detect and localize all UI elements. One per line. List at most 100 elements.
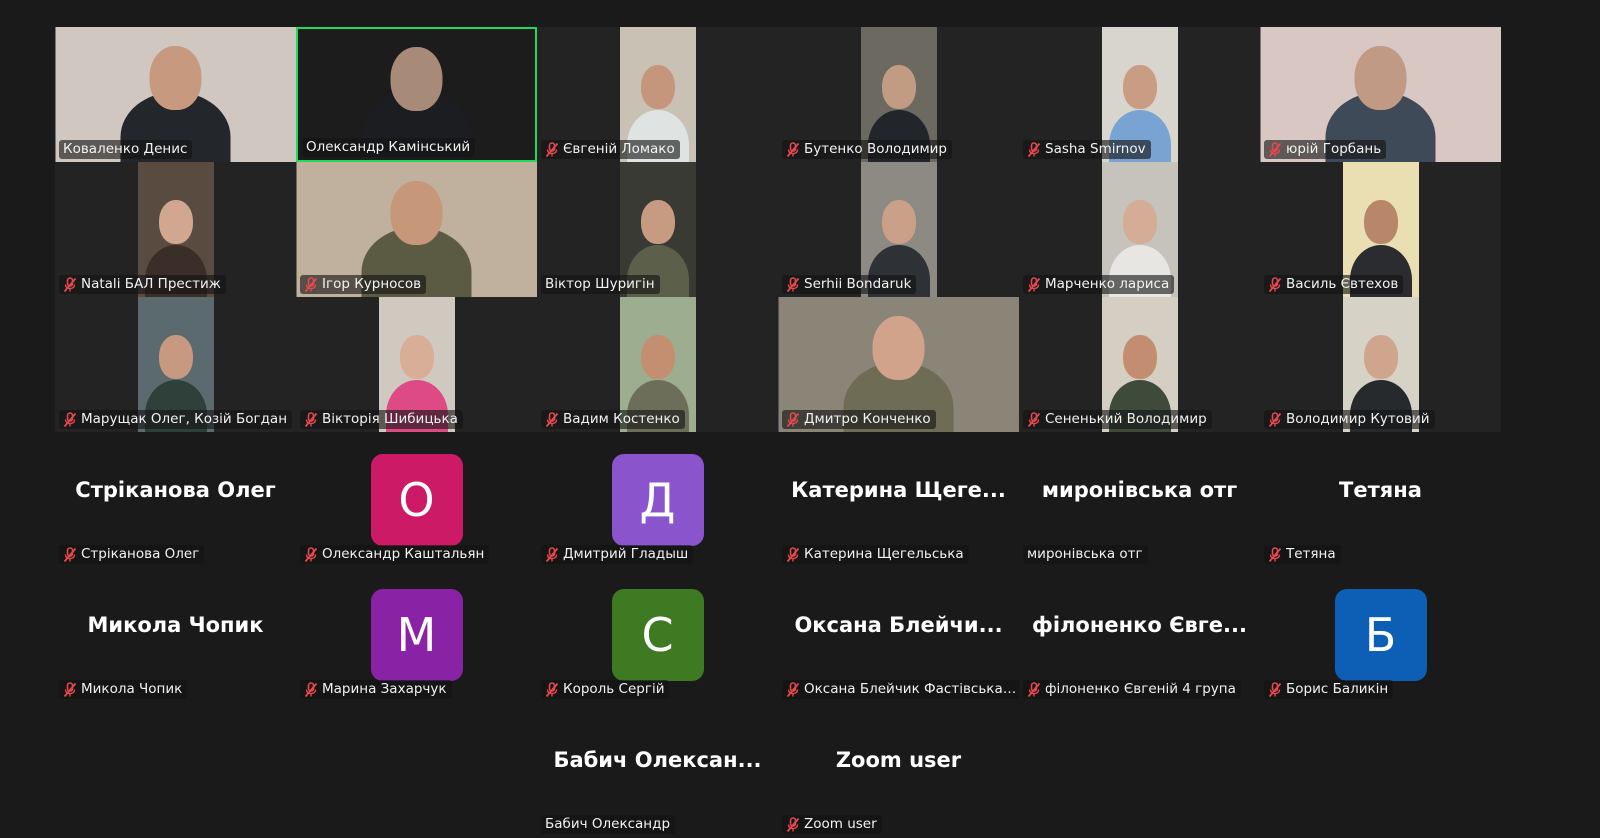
participant-name-tag: Микола Чопик [59, 680, 188, 699]
participant-face [640, 64, 675, 109]
participant-name: Василь Євтехов [1286, 276, 1399, 292]
participant-face [872, 315, 925, 380]
participant-name: Марущак Олег, Козій Богдан [81, 411, 288, 427]
participant-tile[interactable]: Natali БАЛ Престиж [55, 162, 296, 297]
participant-face [1122, 199, 1157, 244]
mic-muted-icon [1027, 276, 1041, 292]
display-name: Микола Чопик [87, 613, 264, 637]
participant-tile[interactable]: Zoom user Zoom user [778, 702, 1019, 837]
participant-name-tag: Марченко лариса [1023, 275, 1175, 294]
mic-muted-icon [63, 681, 77, 697]
participant-name: Serhii Bondaruk [804, 276, 912, 292]
participant-tile[interactable]: Микола Чопик Микола Чопик [55, 567, 296, 702]
mic-muted-icon [545, 411, 559, 427]
participant-tile[interactable]: С Король Сергій [537, 567, 778, 702]
avatar: Б [1334, 589, 1427, 681]
participant-name-tag: Король Сергій [541, 680, 670, 699]
participant-name: Король Сергій [563, 681, 665, 697]
participant-tile[interactable]: Тетяна Тетяна [1260, 432, 1501, 567]
display-name: філоненко Євге... [1032, 613, 1247, 637]
participant-tile[interactable]: філоненко Євге... філоненко Євгеній 4 гру… [1019, 567, 1260, 702]
participant-tile[interactable]: юрій Горбань [1260, 27, 1501, 162]
participant-tile[interactable]: Василь Євтехов [1260, 162, 1501, 297]
participant-name-tag: Вадим Костенко [541, 410, 685, 429]
participant-tile[interactable]: Олександр Камінський [296, 27, 537, 162]
participant-tile[interactable]: Сененький Володимир [1019, 297, 1260, 432]
participant-name-tag: Zoom user [782, 815, 882, 834]
participant-tile[interactable]: Б Борис Баликін [1260, 567, 1501, 702]
participant-name-tag: Стріканова Олег [59, 545, 205, 564]
participant-name: Дмитрий Гладыш [563, 546, 689, 562]
participant-tile[interactable]: Катерина Щеге... Катерина Щегельська [778, 432, 1019, 567]
mic-muted-icon [1268, 141, 1282, 157]
display-name: Zoom user [835, 748, 962, 772]
mic-muted-icon [304, 276, 318, 292]
participant-tile[interactable]: Марченко лариса [1019, 162, 1260, 297]
participant-tile[interactable]: Євгеній Ломако [537, 27, 778, 162]
participant-name-tag: Оксана Блейчик Фастівська гі... [782, 680, 1019, 699]
participant-name: філоненко Євгеній 4 група [1045, 681, 1236, 697]
participant-face [390, 47, 443, 112]
participant-tile[interactable]: Бутенко Володимир [778, 27, 1019, 162]
participant-face [390, 180, 443, 245]
participant-face [1363, 334, 1398, 379]
participant-tile[interactable]: Вадим Костенко [537, 297, 778, 432]
participant-tile[interactable]: Віктор Шуригін [537, 162, 778, 297]
mic-muted-icon [63, 276, 77, 292]
participant-tile[interactable]: Дмитро Конченко [778, 297, 1019, 432]
participant-name-tag: Василь Євтехов [1264, 275, 1404, 294]
participant-tile[interactable]: Serhii Bondaruk [778, 162, 1019, 297]
participant-tile[interactable]: миронівська отг миронівська отг [1019, 432, 1260, 567]
participant-tile[interactable]: Д Дмитрий Гладыш [537, 432, 778, 567]
mic-muted-icon [1027, 141, 1041, 157]
participant-name: Стріканова Олег [81, 546, 200, 562]
participant-name-tag: Тетяна [1264, 545, 1341, 564]
participant-tile[interactable]: Стріканова Олег Стріканова Олег [55, 432, 296, 567]
gallery-view: Коваленко Денис Олександр Камінський Євген… [0, 0, 1600, 838]
participant-tile[interactable]: Ігор Курносов [296, 162, 537, 297]
participant-name: юрій Горбань [1286, 141, 1382, 157]
participant-name: Бутенко Володимир [804, 141, 947, 157]
participant-face [1363, 199, 1398, 244]
participant-name-tag: Сененький Володимир [1023, 410, 1212, 429]
mic-muted-icon [545, 141, 559, 157]
mic-muted-icon [786, 276, 800, 292]
mic-muted-icon [786, 546, 800, 562]
participant-name: Борис Баликін [1286, 681, 1389, 697]
mic-muted-icon [786, 411, 800, 427]
participant-tile[interactable]: М Марина Захарчук [296, 567, 537, 702]
participant-face [640, 199, 675, 244]
participant-name: миронівська отг [1027, 546, 1143, 562]
display-name: Стріканова Олег [75, 478, 276, 502]
participant-face [1122, 334, 1157, 379]
participant-name: Марченко лариса [1045, 276, 1170, 292]
participant-tile[interactable]: Бабич Олексан... Бабич Олександр [537, 702, 778, 837]
participant-face [158, 334, 193, 379]
participant-name-tag: Дмитро Конченко [782, 410, 936, 429]
participant-name-tag: Олександр Камінський [302, 138, 476, 157]
mic-muted-icon [786, 141, 800, 157]
participant-name-tag: Бутенко Володимир [782, 140, 952, 159]
mic-muted-icon [786, 816, 800, 832]
participant-name-tag: Ігор Курносов [300, 275, 427, 294]
participant-face [1354, 45, 1407, 110]
participant-name-tag: Serhii Bondaruk [782, 275, 917, 294]
participant-tile[interactable]: О Олександр Каштальян [296, 432, 537, 567]
participant-name-tag: Борис Баликін [1264, 680, 1394, 699]
participant-name-tag: Бабич Олександр [541, 815, 676, 834]
participant-name-tag: Олександр Каштальян [300, 545, 490, 564]
participant-name: Бабич Олександр [545, 816, 671, 832]
participant-tile[interactable]: Володимир Кутовий [1260, 297, 1501, 432]
mic-muted-icon [1027, 681, 1041, 697]
participant-name-tag: Natali БАЛ Престиж [59, 275, 226, 294]
participant-face [149, 45, 202, 110]
participant-tile[interactable]: Марущак Олег, Козій Богдан [55, 297, 296, 432]
participant-name-tag: Дмитрий Гладыш [541, 545, 694, 564]
participant-tile[interactable]: Вікторія Шибицька [296, 297, 537, 432]
display-name: Оксана Блейчи... [794, 613, 1003, 637]
participant-tile[interactable]: Sasha Smirnov [1019, 27, 1260, 162]
participant-tile[interactable]: Оксана Блейчи... Оксана Блейчик Фастівськ… [778, 567, 1019, 702]
avatar: О [370, 454, 463, 546]
avatar: С [611, 589, 704, 681]
participant-tile[interactable]: Коваленко Денис [55, 27, 296, 162]
